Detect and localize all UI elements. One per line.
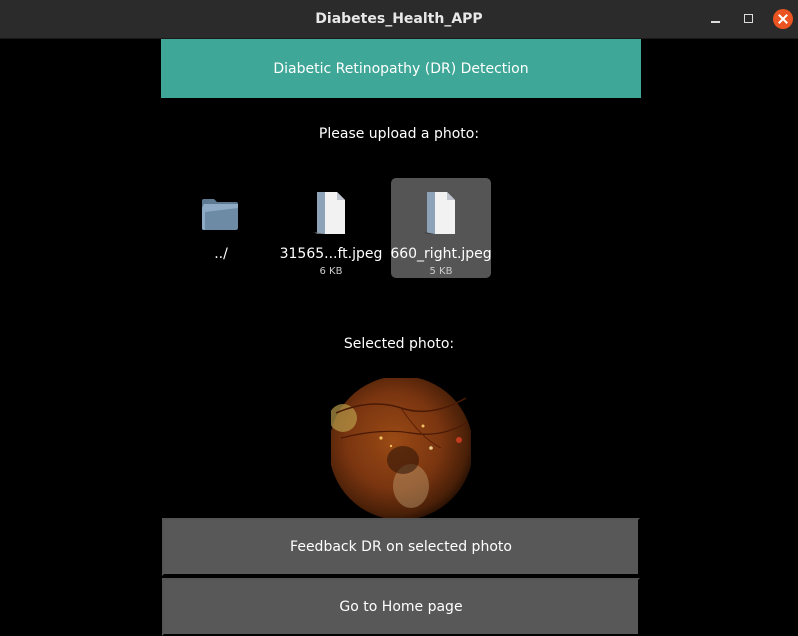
file-name: 31565...ft.jpeg: [279, 246, 383, 262]
selected-photo-label: Selected photo:: [343, 336, 455, 352]
file-name: ../: [214, 246, 228, 262]
file-size: 6 KB: [319, 266, 343, 277]
go-home-button[interactable]: Go to Home page: [162, 578, 640, 636]
maximize-icon[interactable]: [739, 9, 759, 29]
window-title: Diabetes_Health_APP: [315, 11, 483, 27]
file-name: 660_right.jpeg: [390, 246, 492, 262]
file-item-parent-folder[interactable]: ../: [171, 178, 271, 278]
minimize-icon[interactable]: [705, 9, 725, 29]
upload-label: Please upload a photo:: [318, 126, 480, 142]
retina-photo: [331, 378, 471, 518]
folder-icon: [202, 199, 238, 230]
feedback-dr-button[interactable]: Feedback DR on selected photo: [162, 518, 640, 576]
document-icon: [314, 192, 345, 234]
document-icon: [424, 192, 455, 234]
file-item-selected[interactable]: 660_right.jpeg 5 KB: [390, 178, 492, 278]
close-icon[interactable]: [773, 9, 793, 29]
file-size: 5 KB: [429, 266, 453, 277]
title-bar: Diabetes_Health_APP: [0, 0, 798, 39]
file-item[interactable]: 31565...ft.jpeg 6 KB: [280, 178, 382, 278]
page-header: Diabetic Retinopathy (DR) Detection: [161, 39, 641, 98]
